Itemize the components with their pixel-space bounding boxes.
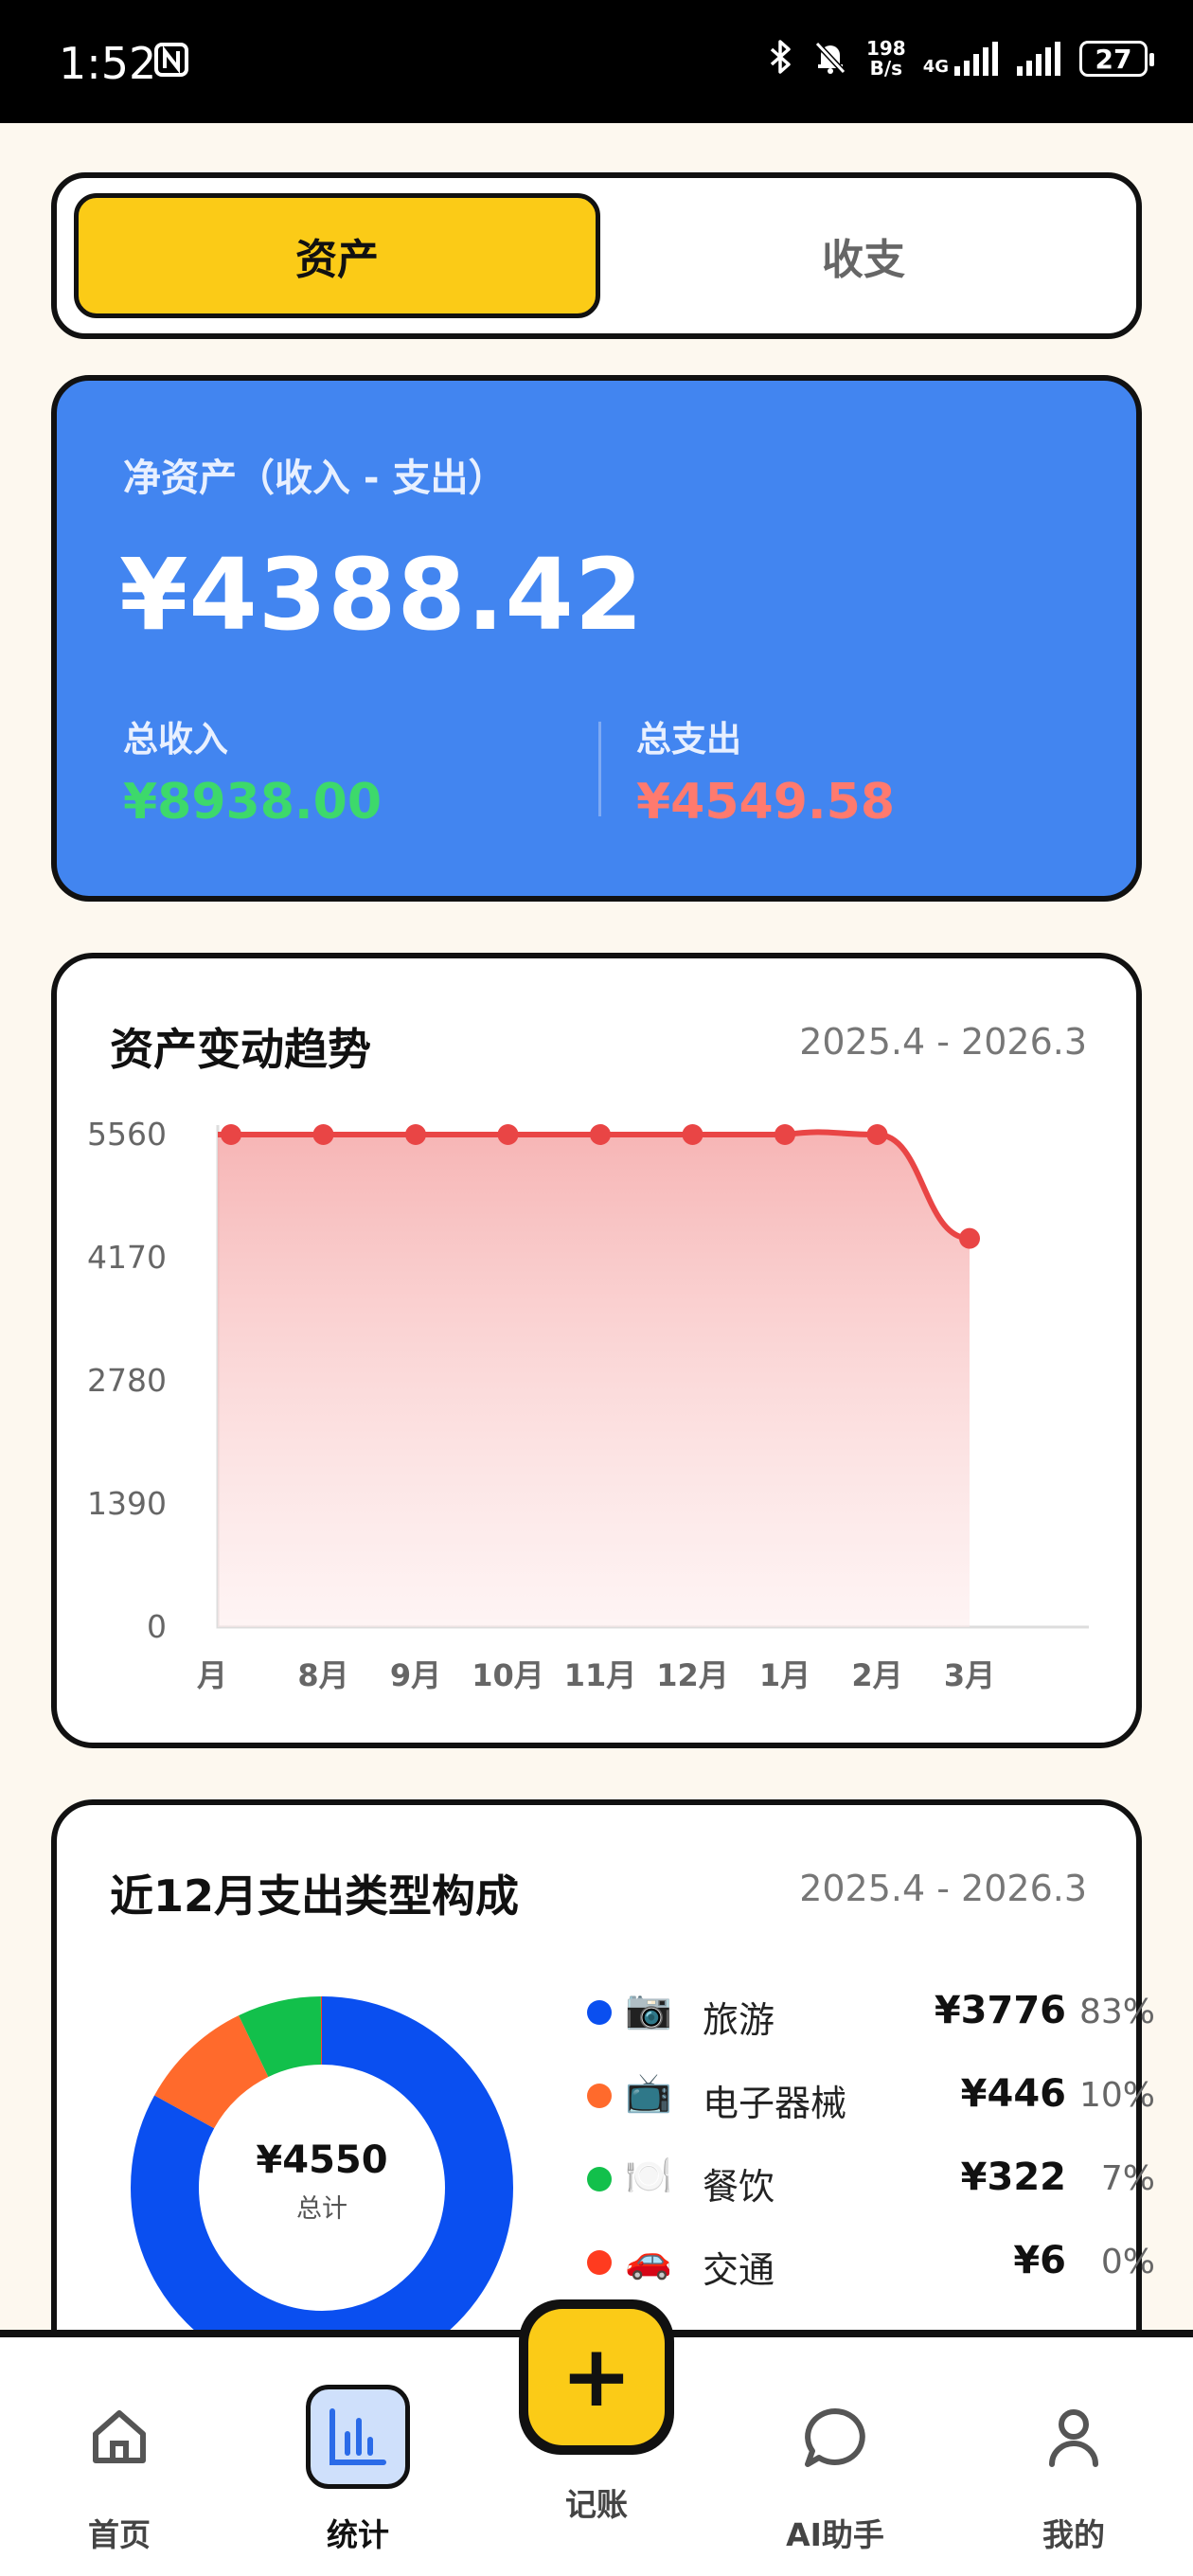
category-name: 餐饮 [703, 2166, 775, 2208]
tab-me[interactable]: 我的 [988, 2337, 1159, 2574]
y-tick-label: 2780 [87, 1362, 167, 1399]
view-segment-control: 资产 收支 [51, 172, 1142, 339]
donut-total-label: 总计 [296, 2194, 347, 2224]
category-percent: 83% [1078, 1993, 1155, 2031]
add-record-button[interactable]: + [519, 2299, 674, 2455]
x-tick-label: 8月 [297, 1657, 349, 1693]
total-income-value: ¥8938.00 [123, 774, 383, 831]
category-amount: ¥6 [1013, 2239, 1066, 2282]
trend-area [218, 1132, 970, 1627]
assets-tab[interactable]: 资产 [74, 193, 600, 318]
trend-point-7[interactable] [866, 1124, 888, 1145]
category-icon: 🚗 [625, 2238, 672, 2281]
y-tick-label: 5560 [87, 1116, 167, 1153]
category-name: 交通 [703, 2249, 775, 2291]
tab-home[interactable]: 首页 [34, 2337, 205, 2574]
category-amount: ¥446 [960, 2072, 1066, 2116]
category-icon: 📺 [625, 2071, 672, 2115]
category-percent: 7% [1100, 2159, 1155, 2198]
trend-point-0[interactable] [221, 1124, 241, 1145]
bluetooth-icon [766, 38, 794, 80]
x-tick-label: 9月 [389, 1657, 442, 1693]
y-tick-label: 1390 [87, 1485, 167, 1522]
divider [598, 722, 601, 816]
asset-trend-card: 资产变动趋势 2025.4 - 2026.3 5560 4170 2780 1390 0… [51, 953, 1142, 1748]
donut-total-value: ¥4550 [256, 2138, 388, 2182]
trend-point-8[interactable] [959, 1227, 980, 1249]
status-bar: 1:52 198 B/s 4G 27 [0, 0, 1193, 123]
total-expense-label: 总支出 [636, 719, 741, 760]
trend-point-2[interactable] [405, 1124, 426, 1145]
net-assets-card: 净资产（收入 - 支出） ¥4388.42 总收入 ¥8938.00 总支出 ¥… [51, 375, 1142, 902]
nfc-icon [153, 42, 189, 81]
mute-bell-icon [811, 38, 849, 80]
bar-chart-icon [325, 2404, 391, 2474]
x-tick-label: 1月 [758, 1657, 811, 1693]
tab-ai-assistant[interactable]: AI助手 [750, 2337, 920, 2574]
network-speed: 198 B/s [865, 37, 906, 80]
legend-dot [587, 2084, 612, 2108]
signal-icon-2 [1017, 42, 1060, 76]
home-icon [86, 2404, 152, 2474]
legend-dot [587, 2000, 612, 2025]
add-record-label: 记账 [565, 2486, 628, 2523]
category-icon: 🍽️ [625, 2155, 672, 2198]
x-tick-label: 10月 [472, 1657, 544, 1693]
x-tick-label: 月 [196, 1657, 228, 1693]
chat-bubble-icon [800, 2404, 870, 2478]
person-icon [1041, 2404, 1107, 2474]
trend-point-5[interactable] [682, 1124, 703, 1145]
category-icon: 📷 [625, 1988, 672, 2031]
total-expense-value: ¥4549.58 [636, 774, 896, 831]
trend-point-3[interactable] [497, 1124, 519, 1145]
trend-plot [216, 1124, 1089, 1629]
category-name: 电子器械 [703, 2083, 847, 2124]
x-tick-label: 2月 [851, 1657, 903, 1693]
status-time: 1:52 [59, 38, 157, 89]
y-tick-label: 4170 [87, 1239, 167, 1276]
category-name: 旅游 [703, 1999, 775, 2041]
legend-item[interactable]: 🍽️ 餐饮 ¥322 7% [587, 2150, 1155, 2208]
net-assets-label: 净资产（收入 - 支出） [123, 456, 507, 500]
expense-title: 近12月支出类型构成 [110, 1870, 520, 1922]
legend-dot [587, 2167, 612, 2191]
x-tick-label: 11月 [563, 1657, 637, 1693]
x-tick-label: 12月 [656, 1657, 729, 1693]
legend-dot [587, 2250, 612, 2275]
legend-item[interactable]: 📷 旅游 ¥3776 83% [587, 1983, 1155, 2041]
category-percent: 0% [1100, 2243, 1155, 2281]
tab-stats[interactable]: 统计 [273, 2337, 443, 2574]
income-expense-tab[interactable]: 收支 [600, 193, 1127, 318]
net-assets-value: ¥4388.42 [119, 537, 645, 653]
category-amount: ¥322 [960, 2156, 1066, 2199]
battery-icon: 27 [1079, 41, 1154, 77]
plus-icon: + [528, 2309, 665, 2445]
y-tick-label: 0 [147, 1608, 167, 1645]
category-amount: ¥3776 [934, 1989, 1066, 2032]
x-tick-label: 3月 [943, 1657, 996, 1693]
signal-4g: 4G [923, 42, 998, 76]
category-percent: 10% [1078, 2076, 1155, 2115]
signal-icon [954, 42, 998, 76]
legend-item[interactable]: 📺 电子器械 ¥446 10% [587, 2066, 1155, 2124]
trend-point-6[interactable] [775, 1124, 795, 1145]
legend-item[interactable]: 🚗 交通 ¥6 0% [587, 2233, 1155, 2291]
trend-point-1[interactable] [312, 1124, 334, 1145]
asset-trend-chart: 5560 4170 2780 1390 0 月 8月 9月 10月 11月 12月 1月 2月 3月 [57, 958, 1136, 1743]
total-income-label: 总收入 [123, 719, 228, 760]
expense-range: 2025.4 - 2026.3 [799, 1868, 1087, 1909]
trend-point-4[interactable] [590, 1124, 611, 1145]
